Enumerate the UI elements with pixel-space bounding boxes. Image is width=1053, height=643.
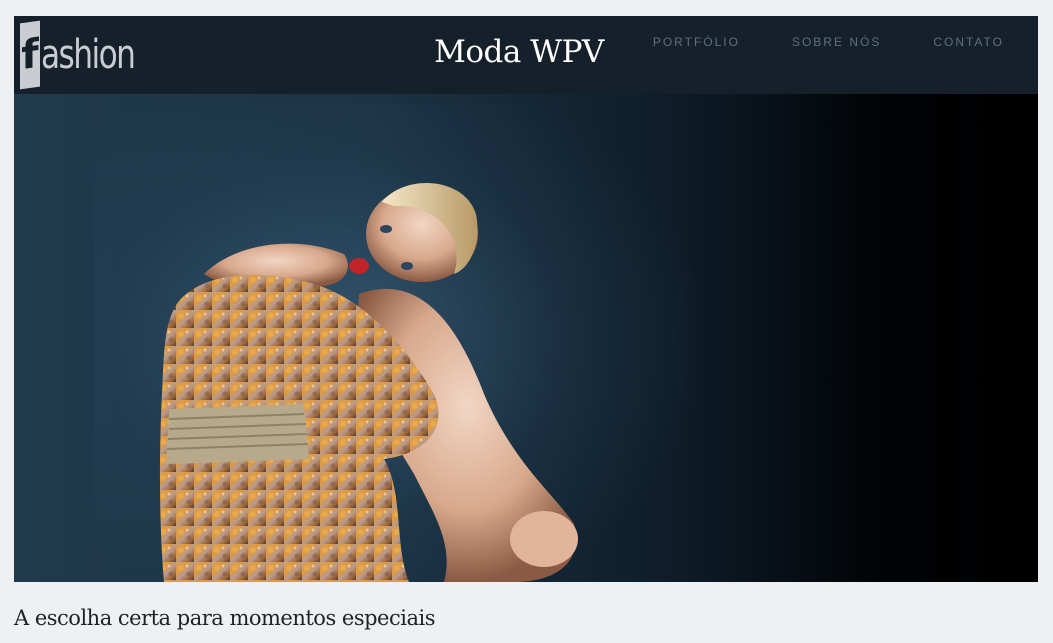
site-title[interactable]: Moda WPV xyxy=(409,34,629,70)
fashion-model-figure xyxy=(159,182,578,582)
hero-image xyxy=(14,94,1038,582)
logo-first-letter: f xyxy=(20,20,40,90)
logo-text: ashion xyxy=(41,32,136,78)
nav-item-contato[interactable]: CONTATO xyxy=(933,35,1004,49)
page: f ashion Moda WPV PORTFÓLIO SOBRE NÓS CO… xyxy=(0,0,1053,643)
main-nav: PORTFÓLIO SOBRE NÓS CONTATO xyxy=(635,35,1038,49)
site-header: f ashion Moda WPV PORTFÓLIO SOBRE NÓS CO… xyxy=(14,16,1038,94)
nav-item-sobre-nos[interactable]: SOBRE NÓS xyxy=(792,35,881,49)
logo[interactable]: f ashion xyxy=(20,20,161,90)
tagline: A escolha certa para momentos especiais xyxy=(14,606,435,630)
nav-item-portfolio[interactable]: PORTFÓLIO xyxy=(653,35,740,49)
